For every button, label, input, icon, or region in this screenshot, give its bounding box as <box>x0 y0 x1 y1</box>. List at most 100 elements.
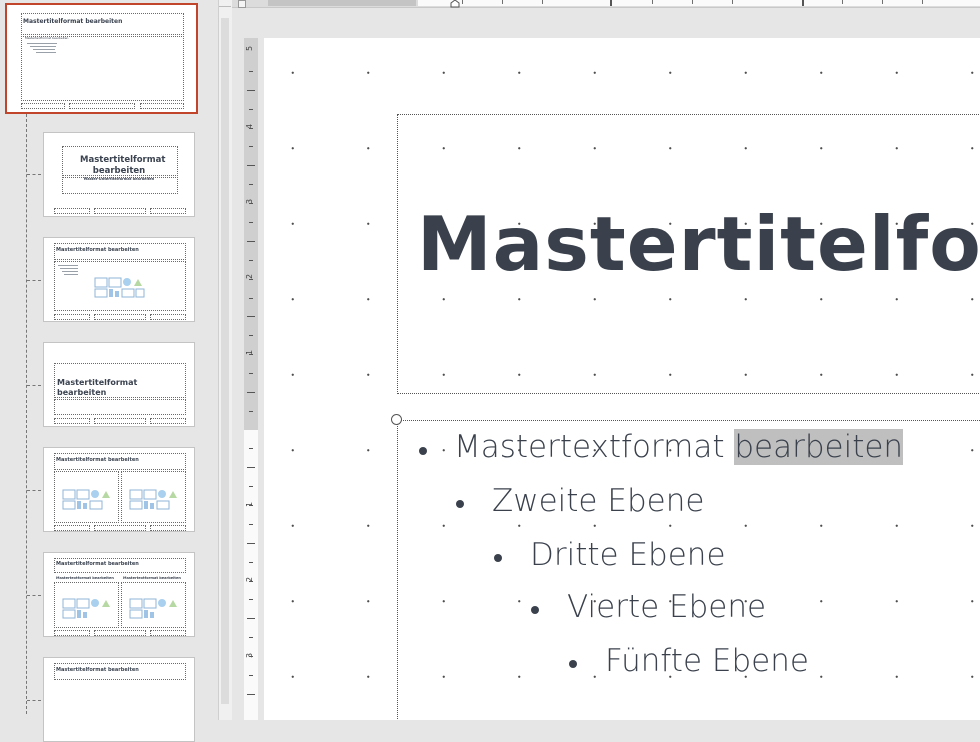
text-level-5[interactable]: Fünfte Ebene <box>605 643 809 679</box>
scrollbar-edge <box>219 6 231 7</box>
thumb-title: Mastertitelformat bearbeiten <box>56 667 139 673</box>
ruler-tick <box>247 316 255 317</box>
ruler-tick <box>249 335 253 336</box>
vertical-ruler[interactable]: 5 4 3 2 1 1 2 3 <box>244 38 258 720</box>
layout-connector <box>27 490 41 491</box>
ruler-tick <box>249 222 253 223</box>
thumb-footer <box>21 103 65 109</box>
ruler-tick <box>249 373 253 374</box>
thumb-title: Mastertitelformat bearbeiten <box>80 155 166 176</box>
content-placeholder-icons <box>62 489 110 510</box>
thumb-col-heading: Mastertextformat bearbeiten <box>56 576 114 580</box>
ruler-tick <box>247 165 255 166</box>
ruler-tick <box>249 656 253 657</box>
thumb-footer <box>150 525 186 531</box>
layout-connector <box>27 385 41 386</box>
thumb-footer <box>94 314 146 320</box>
resize-handle[interactable] <box>391 414 402 425</box>
ruler-tick <box>249 581 253 582</box>
bullet-level-3 <box>494 554 502 562</box>
thumb-text-lines <box>27 43 67 55</box>
thumb-footer <box>150 208 186 214</box>
ruler-tick <box>249 279 253 280</box>
ruler-tick <box>249 486 253 487</box>
indent-marker-icon[interactable] <box>450 0 460 8</box>
ruler-tick <box>249 203 253 204</box>
thumbnail-two-content-layout[interactable]: Mastertitelformat bearbeiten <box>43 447 195 532</box>
ruler-tick <box>249 109 253 110</box>
horizontal-ruler[interactable] <box>232 0 980 8</box>
bullet-level-2 <box>456 500 464 508</box>
thumb-text-box <box>54 399 186 415</box>
layout-connector <box>26 114 27 714</box>
content-placeholder-icons <box>62 598 110 619</box>
slide-title[interactable]: Mastertitelformat bearbeiten <box>417 200 980 288</box>
text-level-2[interactable]: Zweite Ebene <box>492 483 704 519</box>
thumb-title: Mastertitelformat bearbeiten <box>56 457 139 463</box>
thumbnail-section-layout[interactable]: Mastertitelformat bearbeiten <box>43 342 195 427</box>
ruler-tick <box>249 562 253 563</box>
ruler-tick <box>249 675 253 676</box>
thumb-footer <box>150 630 186 636</box>
bullet-level-1 <box>419 447 427 455</box>
scrollbar-thumb[interactable] <box>221 18 229 704</box>
ruler-tick <box>249 298 253 299</box>
layout-connector <box>27 280 41 281</box>
ruler-tick <box>249 184 253 185</box>
thumbnail-content-layout[interactable]: Mastertitelformat bearbeiten <box>43 237 195 322</box>
thumb-footer <box>94 418 146 424</box>
ruler-tick <box>802 0 804 6</box>
ruler-tick <box>247 543 255 544</box>
ruler-tick <box>922 0 923 4</box>
thumb-footer <box>54 525 90 531</box>
ruler-corner <box>238 0 246 8</box>
ruler-tick <box>249 146 253 147</box>
ruler-tick <box>247 90 255 91</box>
thumbnail-title-only-layout[interactable]: Mastertitelformat bearbeiten <box>43 657 195 742</box>
text-level-1[interactable]: Mastertextformat bearbeiten <box>454 429 904 465</box>
text-level-3[interactable]: Dritte Ebene <box>530 537 726 573</box>
thumb-footer <box>54 418 90 424</box>
thumbnail-scrollbar[interactable] <box>218 0 232 720</box>
ruler-number: 5 <box>245 45 255 52</box>
ruler-tick <box>882 0 883 4</box>
thumb-title: Mastertitelformat bearbeiten <box>57 378 138 397</box>
slide-thumbnail-pane: Mastertitelformat bearbeiten Mastertextf… <box>0 0 218 742</box>
bullet-level-4 <box>531 606 539 614</box>
ruler-tick <box>249 71 253 72</box>
thumb-footer <box>54 314 90 320</box>
thumb-text-lines <box>58 265 88 277</box>
ruler-tick <box>692 0 693 4</box>
thumbnail-master[interactable]: Mastertitelformat bearbeiten Mastertextf… <box>5 3 198 114</box>
text-level-1-main: Mastertextformat <box>454 429 735 465</box>
ruler-tick <box>249 448 253 449</box>
thumb-title: Mastertitelformat bearbeiten <box>56 247 139 253</box>
text-selection: bearbeiten <box>734 429 904 465</box>
ruler-tick <box>247 618 255 619</box>
thumb-footer <box>54 630 90 636</box>
thumbnail-title-layout[interactable]: Mastertitelformat bearbeiten Master-Unte… <box>43 132 195 217</box>
thumbnail-comparison-layout[interactable]: Mastertitelformat bearbeiten Mastertextf… <box>43 552 195 637</box>
ruler-tick <box>247 392 255 393</box>
ruler-tick <box>542 0 543 4</box>
ruler-tick <box>247 694 255 695</box>
thumb-title: Mastertitelformat bearbeiten <box>56 561 139 567</box>
thumb-footer <box>94 525 146 531</box>
ruler-tick <box>610 0 612 6</box>
thumb-footer <box>54 208 90 214</box>
ruler-tick <box>249 128 253 129</box>
layout-connector <box>27 174 41 175</box>
ruler-tick <box>502 0 503 4</box>
thumb-title: Mastertitelformat bearbeiten <box>23 18 123 25</box>
content-placeholder-icons <box>129 489 177 510</box>
ruler-tick <box>462 0 463 4</box>
thumb-footer <box>94 208 146 214</box>
thumb-footer <box>150 314 186 320</box>
text-level-4[interactable]: Vierte Ebene <box>567 589 766 625</box>
thumb-footer <box>94 630 146 636</box>
slide-canvas[interactable]: Mastertitelformat bearbeiten Mastertextf… <box>264 38 980 720</box>
bullet-level-5 <box>569 660 577 668</box>
content-placeholder-icons <box>129 598 177 619</box>
content-placeholder-icons <box>94 277 145 298</box>
ruler-tick <box>732 0 733 4</box>
